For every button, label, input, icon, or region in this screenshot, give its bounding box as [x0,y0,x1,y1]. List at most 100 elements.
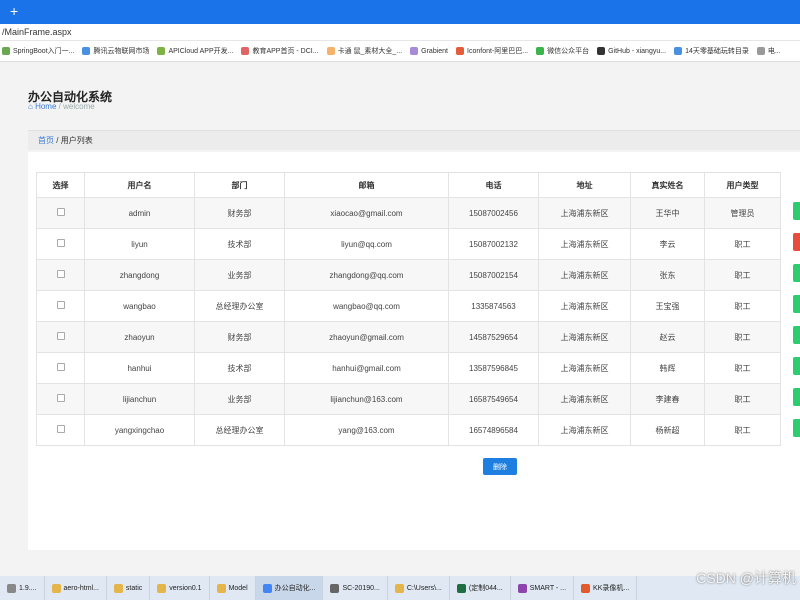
app-icon [157,583,167,593]
taskbar-item[interactable]: SC-20190... [323,576,388,600]
main-page: 办公自动化系统 ⌂ Home / welcome 首页 / 用户列表 选择 用户名… [0,62,800,576]
taskbar-item[interactable]: version0.1 [150,576,210,600]
real-name-cell: 王宝强 [630,290,705,322]
bookmark-item[interactable]: GitHub - xiangyu... [597,47,666,55]
taskbar-label: SMART - ... [529,584,567,592]
bookmark-item[interactable]: APICloud APP开发... [157,46,233,56]
row-action-marker[interactable] [793,202,800,220]
taskbar-label: 办公自动化... [274,585,316,592]
row-action-marker[interactable] [793,233,800,251]
user-type-cell: 管理员 [704,197,781,229]
windows-taskbar: 1.9.... aero-html... static version0.1 Model… [0,576,800,600]
row-action-marker[interactable] [793,419,800,437]
username-cell: liyun [84,228,195,260]
taskbar-item[interactable]: 1.9.... [0,576,45,600]
bookmark-item[interactable]: Iconfont-阿里巴巴... [456,46,528,56]
bookmark-favicon-icon [456,47,465,55]
column-header: 真实姓名 [630,172,705,198]
table-row: yangxingchao 总经理办公室 yang@163.com 1657489658… [36,414,781,446]
column-header: 选择 [36,172,85,198]
bookmark-item[interactable]: 微信公众平台 [536,46,589,56]
row-select-checkbox[interactable] [56,208,65,216]
bookmark-label: 电... [767,48,781,55]
app-icon [262,583,272,593]
email-cell: xiaocao@gmail.com [284,197,449,229]
phone-cell: 1335874563 [448,290,539,322]
user-type-cell: 职工 [704,321,781,353]
content-breadcrumb: 首页 / 用户列表 [28,130,800,150]
row-select-checkbox[interactable] [56,301,65,309]
column-header: 邮箱 [284,172,449,198]
taskbar-item[interactable]: (定制044... [450,576,511,600]
bookmark-item[interactable]: 卡通 鼠_素材大全_... [326,46,402,56]
crumb-home-link[interactable]: 首页 [38,136,54,145]
breadcrumb-separator: / [58,102,61,111]
address-cell: 上海浦东新区 [538,352,631,384]
bookmark-item[interactable]: 电... [756,46,781,56]
taskbar-item[interactable]: aero-html... [45,576,107,600]
user-type-cell: 职工 [704,259,781,291]
username-cell: zhaoyun [84,321,195,353]
bookmark-item[interactable]: 教育APP首页 - DCI... [241,46,319,56]
real-name-cell: 赵云 [630,321,705,353]
row-select-checkbox[interactable] [56,332,65,340]
address-cell: 上海浦东新区 [538,414,631,446]
taskbar-item[interactable]: static [107,576,151,600]
row-action-marker[interactable] [793,264,800,282]
real-name-cell: 李建春 [630,383,705,415]
taskbar-item[interactable]: KK录像机... [574,576,638,600]
taskbar-item[interactable]: Model [210,576,256,600]
delete-button[interactable]: 删除 [483,458,517,475]
table-row: zhangdong 业务部 zhangdong@qq.com 15087002154 上… [36,259,781,291]
user-type-cell: 职工 [704,414,781,446]
table-row: admin 财务部 xiaocao@gmail.com 15087002456 上海浦东… [36,197,781,229]
bookmark-label: 微信公众平台 [547,48,590,55]
email-cell: wangbao@qq.com [284,290,449,322]
row-select-checkbox[interactable] [56,425,65,433]
phone-cell: 15087002132 [448,228,539,260]
user-type-cell: 职工 [704,352,781,384]
email-cell: zhangdong@qq.com [284,259,449,291]
row-action-marker[interactable] [793,295,800,313]
user-type-cell: 职工 [704,383,781,415]
row-action-marker[interactable] [793,388,800,406]
department-cell: 总经理办公室 [194,290,285,322]
bookmark-item[interactable]: Grabient [410,47,448,55]
bookmark-favicon-icon [410,47,419,55]
address-cell: 上海浦东新区 [538,259,631,291]
column-header: 部门 [194,172,285,198]
bookmark-item[interactable]: SpringBoot入门一... [2,46,74,56]
bookmark-item[interactable]: 腾讯云物联网市场 [82,46,149,56]
crumb-separator: / [56,136,59,145]
taskbar-item[interactable]: C:\Users\... [388,576,450,600]
row-action-marker[interactable] [793,357,800,375]
row-select-checkbox[interactable] [56,394,65,402]
new-tab-button[interactable]: + [10,3,18,19]
address-cell: 上海浦东新区 [538,290,631,322]
app-icon [51,583,61,593]
department-cell: 业务部 [194,383,285,415]
address-bar[interactable]: /MainFrame.aspx [0,24,800,41]
row-select-checkbox[interactable] [56,239,65,247]
bookmark-favicon-icon [241,47,250,55]
department-cell: 财务部 [194,197,285,229]
app-icon [216,583,226,593]
bookmark-label: 腾讯云物联网市场 [93,48,150,55]
bookmark-label: 教育APP首页 - DCI... [252,48,319,55]
bookmark-item[interactable]: 14天零基础玩转目录 [674,46,749,56]
row-select-checkbox[interactable] [56,270,65,278]
taskbar-item[interactable]: SMART - ... [511,576,575,600]
taskbar-item[interactable]: 办公自动化... [255,576,324,600]
table-row: wangbao 总经理办公室 wangbao@qq.com 1335874563 上海浦… [36,290,781,322]
bookmark-label: 14天零基础玩转目录 [685,48,749,55]
taskbar-label: KK录像机... [593,585,630,592]
bookmark-favicon-icon [2,47,10,55]
home-icon[interactable]: ⌂ [28,102,33,111]
phone-cell: 13587596845 [448,352,539,384]
row-select-checkbox[interactable] [56,363,65,371]
column-header: 用户类型 [704,172,781,198]
breadcrumb-home-link[interactable]: Home [35,102,56,111]
row-action-marker[interactable] [793,326,800,344]
email-cell: yang@163.com [284,414,449,446]
user-type-cell: 职工 [704,290,781,322]
